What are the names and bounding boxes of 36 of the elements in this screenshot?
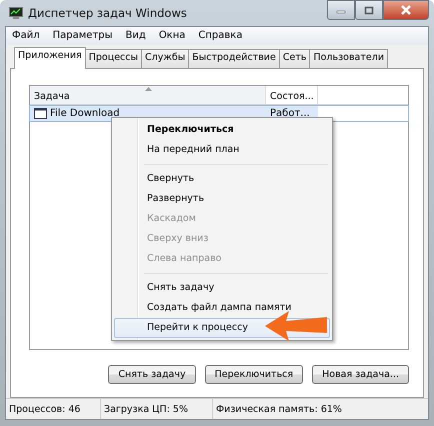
status-text: Процессов: 46: [6, 399, 101, 419]
menu-item[interactable]: Справка: [198, 30, 242, 41]
context-menu-item[interactable]: На передний план: [114, 140, 330, 160]
context-menu-item[interactable]: Создать файл дампа памяти: [114, 298, 330, 318]
status-text: Загрузка ЦП: 5%: [101, 399, 213, 419]
maximize-button[interactable]: [355, 0, 383, 20]
tab[interactable]: Службы: [141, 49, 190, 68]
tab[interactable]: Пользователи: [309, 49, 388, 68]
tab[interactable]: Приложения: [14, 47, 86, 69]
menu-item[interactable]: Окна: [158, 30, 186, 41]
close-button[interactable]: [383, 0, 429, 20]
column-header[interactable]: Задача: [30, 86, 266, 104]
column-header[interactable]: Состоя...: [266, 86, 318, 104]
dialog-button[interactable]: Новая задача...: [312, 365, 409, 384]
menu-item[interactable]: Файл: [12, 30, 40, 41]
context-menu-item[interactable]: Снять задачу: [114, 278, 330, 298]
table-cell: Работ...: [270, 108, 310, 119]
close-icon: [400, 5, 412, 15]
monitor-icon: [9, 7, 23, 19]
window-icon: [34, 108, 47, 119]
maximize-icon: [364, 6, 374, 14]
window-title: Диспетчер задач Windows: [28, 6, 187, 20]
tab[interactable]: Быстродействие: [188, 49, 280, 68]
tab[interactable]: Сеть: [278, 49, 310, 68]
context-menu-item[interactable]: Развернуть: [114, 189, 330, 209]
context-menu-item[interactable]: Свернуть: [114, 169, 330, 189]
status-text: Физическая память: 61%: [215, 402, 343, 416]
dialog-button[interactable]: Снять задачу: [108, 365, 196, 384]
menu-item[interactable]: Параметры: [52, 30, 113, 41]
arrow-icon: [265, 309, 327, 343]
menu-item[interactable]: Вид: [126, 30, 146, 41]
dialog-button[interactable]: Переключиться: [204, 365, 304, 384]
minimize-button[interactable]: [327, 0, 355, 20]
table-cell: File Download: [50, 108, 120, 119]
tab[interactable]: Процессы: [84, 49, 142, 68]
context-menu-item[interactable]: Переключиться: [114, 120, 330, 140]
